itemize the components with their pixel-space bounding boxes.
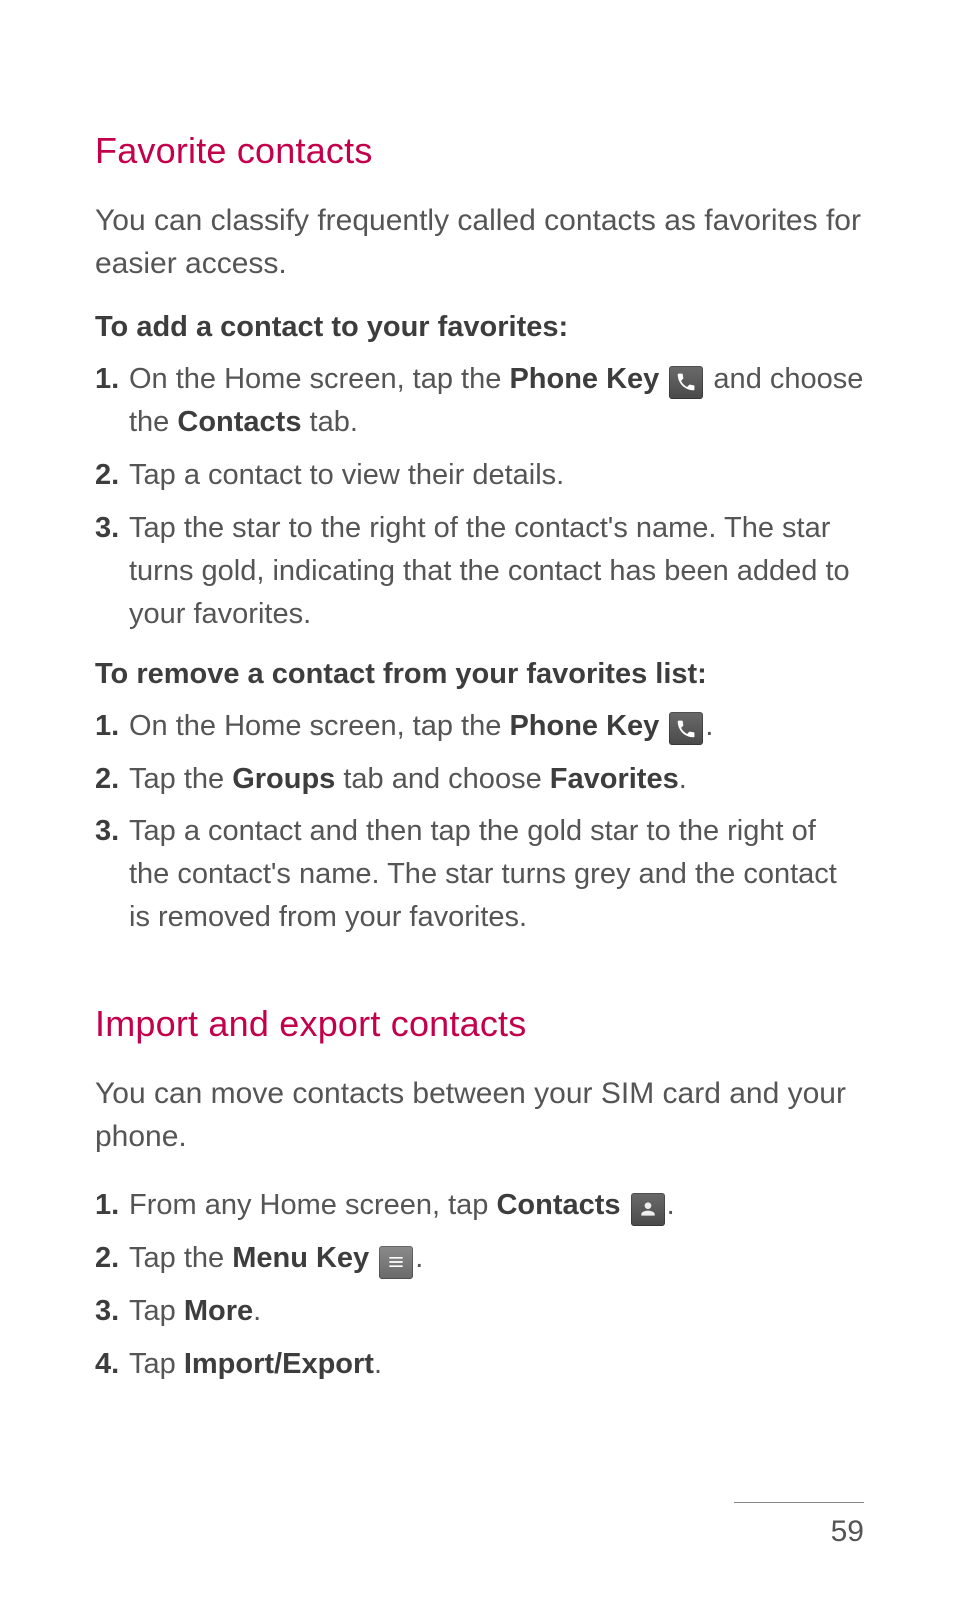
text-fragment: .: [667, 1189, 675, 1221]
term-import-export: Import/Export: [184, 1348, 374, 1380]
step-text: From any Home screen, tap Contacts .: [129, 1184, 675, 1227]
term-menu-key: Menu Key: [232, 1242, 369, 1274]
section-heading-import: Import and export contacts: [95, 1003, 864, 1045]
step-text: On the Home screen, tap the Phone Key an…: [129, 358, 864, 444]
step-text: Tap a contact and then tap the gold star…: [129, 810, 864, 939]
text-fragment: Tap the: [129, 763, 232, 795]
step-number: 1.: [95, 358, 123, 400]
list-item: 3. Tap a contact and then tap the gold s…: [95, 810, 864, 939]
list-item: 1. On the Home screen, tap the Phone Key…: [95, 358, 864, 444]
step-number: 1.: [95, 1184, 123, 1226]
step-number: 3.: [95, 507, 123, 549]
text-fragment: .: [374, 1348, 382, 1380]
step-text: Tap Import/Export.: [129, 1343, 382, 1386]
text-fragment: .: [705, 710, 713, 742]
text-fragment: From any Home screen, tap: [129, 1189, 496, 1221]
steps-import-export: 1. From any Home screen, tap Contacts . …: [95, 1184, 864, 1386]
text-fragment: tab.: [301, 406, 357, 438]
step-number: 2.: [95, 1237, 123, 1279]
term-phone-key: Phone Key: [509, 710, 659, 742]
list-item: 2. Tap a contact to view their details.: [95, 454, 864, 497]
text-fragment: tab and choose: [335, 763, 549, 795]
text-fragment: On the Home screen, tap the: [129, 363, 509, 395]
step-number: 2.: [95, 454, 123, 496]
step-text: Tap the Menu Key .: [129, 1237, 423, 1280]
step-number: 3.: [95, 810, 123, 852]
list-item: 3. Tap the star to the right of the cont…: [95, 507, 864, 636]
manual-page: Favorite contacts You can classify frequ…: [0, 0, 954, 1621]
footer-rule: [734, 1502, 864, 1503]
step-text: On the Home screen, tap the Phone Key .: [129, 705, 713, 748]
term-groups: Groups: [232, 763, 335, 795]
list-item: 2. Tap the Menu Key .: [95, 1237, 864, 1280]
steps-add-favorite: 1. On the Home screen, tap the Phone Key…: [95, 358, 864, 635]
phone-key-icon: [669, 366, 703, 399]
step-number: 3.: [95, 1290, 123, 1332]
menu-key-icon: [379, 1246, 413, 1279]
term-more: More: [184, 1295, 253, 1327]
section-intro-import: You can move contacts between your SIM c…: [95, 1073, 864, 1158]
step-number: 4.: [95, 1343, 123, 1385]
text-fragment: .: [679, 763, 687, 795]
section-intro-favorite: You can classify frequently called conta…: [95, 200, 864, 285]
contacts-icon: [631, 1193, 665, 1226]
text-fragment: .: [253, 1295, 261, 1327]
step-text: Tap a contact to view their details.: [129, 454, 564, 497]
list-item: 4. Tap Import/Export.: [95, 1343, 864, 1386]
steps-remove-favorite: 1. On the Home screen, tap the Phone Key…: [95, 705, 864, 940]
text-fragment: On the Home screen, tap the: [129, 710, 509, 742]
page-footer: 59: [734, 1502, 864, 1549]
step-text: Tap the star to the right of the contact…: [129, 507, 864, 636]
subheading-add-favorite: To add a contact to your favorites:: [95, 311, 864, 344]
term-phone-key: Phone Key: [509, 363, 659, 395]
text-fragment: Tap: [129, 1295, 184, 1327]
step-number: 2.: [95, 758, 123, 800]
section-heading-favorite: Favorite contacts: [95, 130, 864, 172]
step-text: Tap the Groups tab and choose Favorites.: [129, 758, 687, 801]
list-item: 1. On the Home screen, tap the Phone Key…: [95, 705, 864, 748]
term-favorites: Favorites: [550, 763, 679, 795]
text-fragment: Tap: [129, 1348, 184, 1380]
list-item: 1. From any Home screen, tap Contacts .: [95, 1184, 864, 1227]
list-item: 2. Tap the Groups tab and choose Favorit…: [95, 758, 864, 801]
step-text: Tap More.: [129, 1290, 261, 1333]
page-number: 59: [734, 1515, 864, 1549]
subheading-remove-favorite: To remove a contact from your favorites …: [95, 658, 864, 691]
list-item: 3. Tap More.: [95, 1290, 864, 1333]
text-fragment: Tap the: [129, 1242, 232, 1274]
phone-key-icon: [669, 712, 703, 745]
term-contacts: Contacts: [177, 406, 301, 438]
text-fragment: .: [415, 1242, 423, 1274]
term-contacts: Contacts: [496, 1189, 620, 1221]
step-number: 1.: [95, 705, 123, 747]
